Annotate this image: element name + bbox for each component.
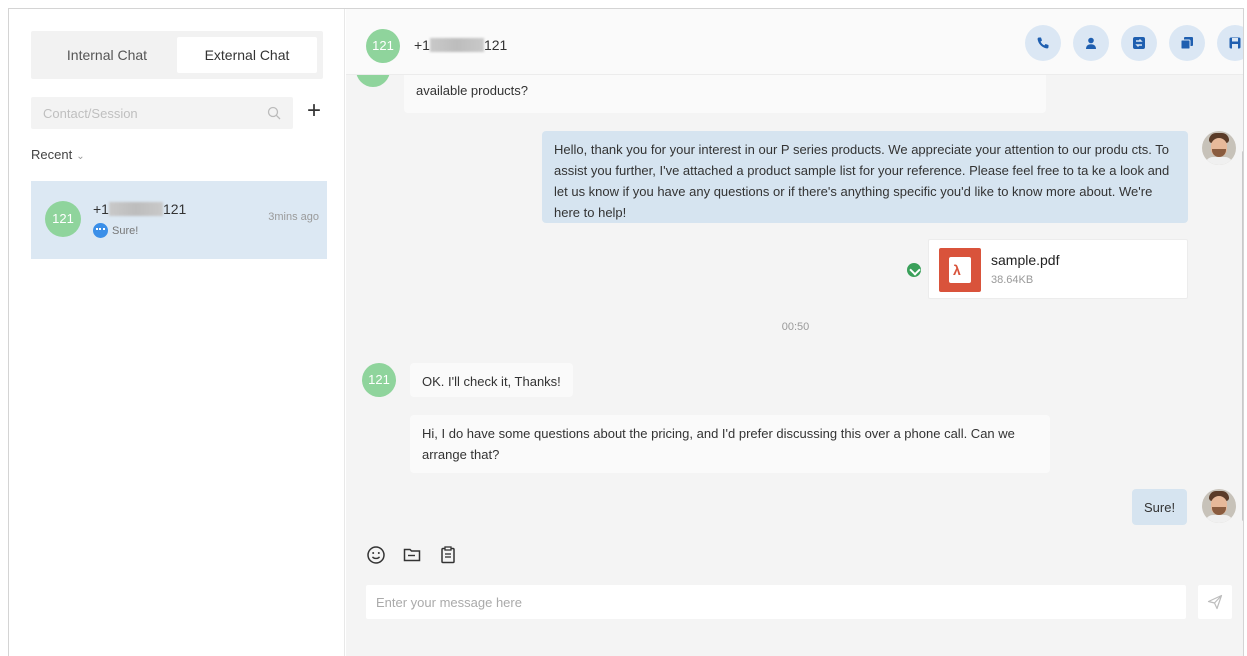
message-channel-icon — [93, 223, 108, 238]
message-timestamp: 00:50 — [781, 321, 810, 333]
transfer-button[interactable] — [1121, 25, 1157, 61]
recent-label: Recent — [31, 147, 73, 162]
message-scrollbar[interactable] — [1241, 75, 1243, 529]
chat-panel: 121 +1 121 available products? Hello, th… — [346, 9, 1243, 656]
copy-icon — [1180, 37, 1193, 50]
contact-avatar: 121 — [366, 29, 400, 63]
number-suffix: 121 — [162, 201, 187, 217]
file-size: 38.64KB — [991, 274, 1034, 286]
contact-info-button[interactable] — [1073, 25, 1109, 61]
number-suffix: 121 — [483, 37, 508, 53]
redacted-digits — [429, 38, 484, 52]
recent-filter[interactable]: Recent ⌄ — [31, 147, 85, 162]
send-button[interactable] — [1198, 585, 1232, 619]
number-prefix: +1 — [414, 37, 430, 53]
contact-phone-number: +1 121 — [414, 37, 507, 53]
avatar: 121 — [45, 201, 81, 237]
quick-reply-icon[interactable] — [438, 545, 458, 565]
folder-icon[interactable] — [402, 545, 422, 565]
add-session-button[interactable]: + — [303, 99, 325, 125]
save-icon — [1229, 37, 1241, 49]
save-button[interactable] — [1217, 25, 1243, 61]
tab-external-chat[interactable]: External Chat — [177, 37, 317, 73]
transfer-icon — [1133, 37, 1145, 49]
search-input[interactable] — [31, 97, 251, 129]
message-list: available products? Hello, thank you for… — [346, 75, 1243, 529]
agent-avatar — [1202, 489, 1236, 523]
chevron-down-icon: ⌄ — [76, 151, 85, 162]
pdf-icon: λ — [939, 248, 981, 292]
session-item[interactable]: 121 +1 121 3mins ago Sure! — [31, 181, 327, 259]
chat-type-tabs: Internal Chat External Chat — [31, 31, 323, 79]
redacted-digits — [108, 202, 163, 216]
download-icon[interactable] — [907, 263, 921, 277]
tab-internal-chat[interactable]: Internal Chat — [37, 37, 177, 73]
file-name: sample.pdf — [991, 252, 1060, 268]
copy-button[interactable] — [1169, 25, 1205, 61]
app-window: Internal Chat External Chat + Recent⌄ 12… — [8, 8, 1244, 656]
outgoing-message: Hello, thank you for your interest in ou… — [542, 131, 1188, 223]
contact-message-avatar — [356, 75, 390, 87]
search-icon[interactable] — [267, 106, 281, 120]
incoming-message: Hi, I do have some questions about the p… — [410, 415, 1050, 473]
outgoing-message: Sure! — [1132, 489, 1188, 525]
user-icon — [1086, 37, 1096, 49]
last-message-text: Sure! — [112, 225, 139, 237]
message-input[interactable] — [366, 585, 1186, 619]
number-prefix: +1 — [93, 201, 109, 217]
incoming-message: available products? — [404, 75, 1046, 113]
emoji-icon[interactable] — [366, 545, 386, 565]
session-last-message: Sure! — [93, 223, 138, 238]
contact-search — [31, 97, 293, 129]
call-button[interactable] — [1025, 25, 1061, 61]
agent-avatar — [1202, 131, 1236, 165]
phone-icon — [1037, 37, 1049, 49]
message-composer — [366, 585, 1186, 619]
contact-message-avatar: 121 — [362, 363, 396, 397]
chat-header: 121 +1 121 — [346, 9, 1243, 75]
session-time: 3mins ago — [268, 211, 319, 223]
file-attachment[interactable]: λ sample.pdf 38.64KB — [928, 239, 1188, 299]
session-phone-number: +1 121 — [93, 201, 186, 217]
incoming-message: OK. I'll check it, Thanks! — [410, 363, 573, 397]
send-icon — [1207, 594, 1223, 610]
sidebar: Internal Chat External Chat + Recent⌄ 12… — [9, 9, 345, 656]
